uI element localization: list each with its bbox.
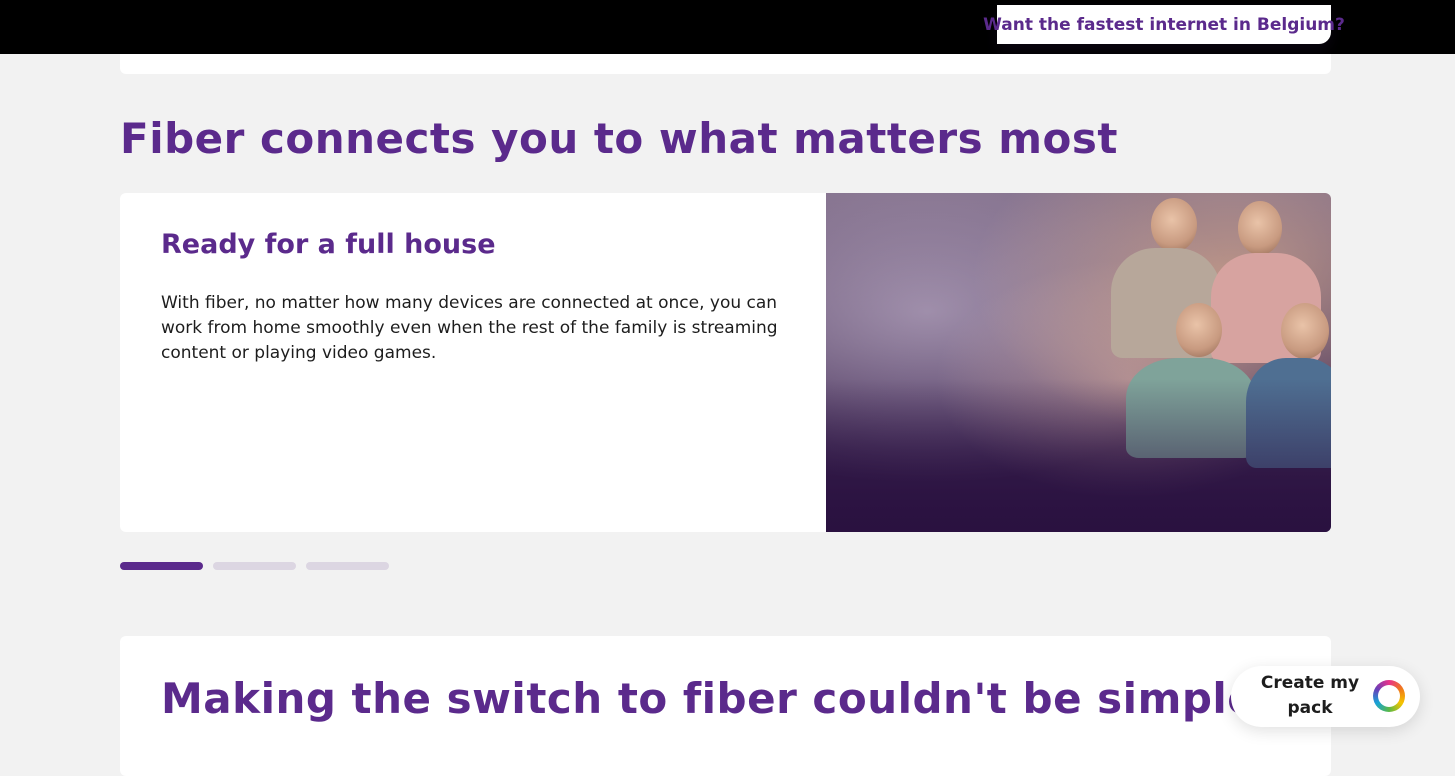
brand-ring-icon — [1373, 680, 1405, 712]
person-head — [1176, 303, 1222, 357]
next-section-card: Making the switch to fiber couldn't be s… — [120, 636, 1331, 776]
carousel-dot-3[interactable] — [306, 562, 389, 570]
carousel-slide: Ready for a full house With fiber, no ma… — [120, 193, 1331, 532]
person-head — [1281, 303, 1329, 359]
person-head — [1151, 198, 1197, 252]
fastest-internet-cta-button[interactable]: Want the fastest internet in Belgium? — [983, 5, 1345, 44]
section-title: Fiber connects you to what matters most — [120, 114, 1118, 163]
carousel-dot-2[interactable] — [213, 562, 296, 570]
next-section-title: Making the switch to fiber couldn't be s… — [161, 674, 1278, 723]
carousel-dot-1[interactable] — [120, 562, 203, 570]
slide-text: With fiber, no matter how many devices a… — [161, 293, 778, 363]
slide-title: Ready for a full house — [161, 229, 496, 260]
image-shade — [826, 379, 1331, 532]
previous-card-edge — [120, 54, 1331, 74]
family-gaming-image — [826, 193, 1331, 532]
carousel-pagination — [120, 562, 389, 570]
person-head — [1238, 201, 1282, 255]
create-my-pack-label: Create my pack — [1260, 673, 1360, 718]
create-my-pack-button[interactable]: Create my pack — [1231, 666, 1420, 727]
